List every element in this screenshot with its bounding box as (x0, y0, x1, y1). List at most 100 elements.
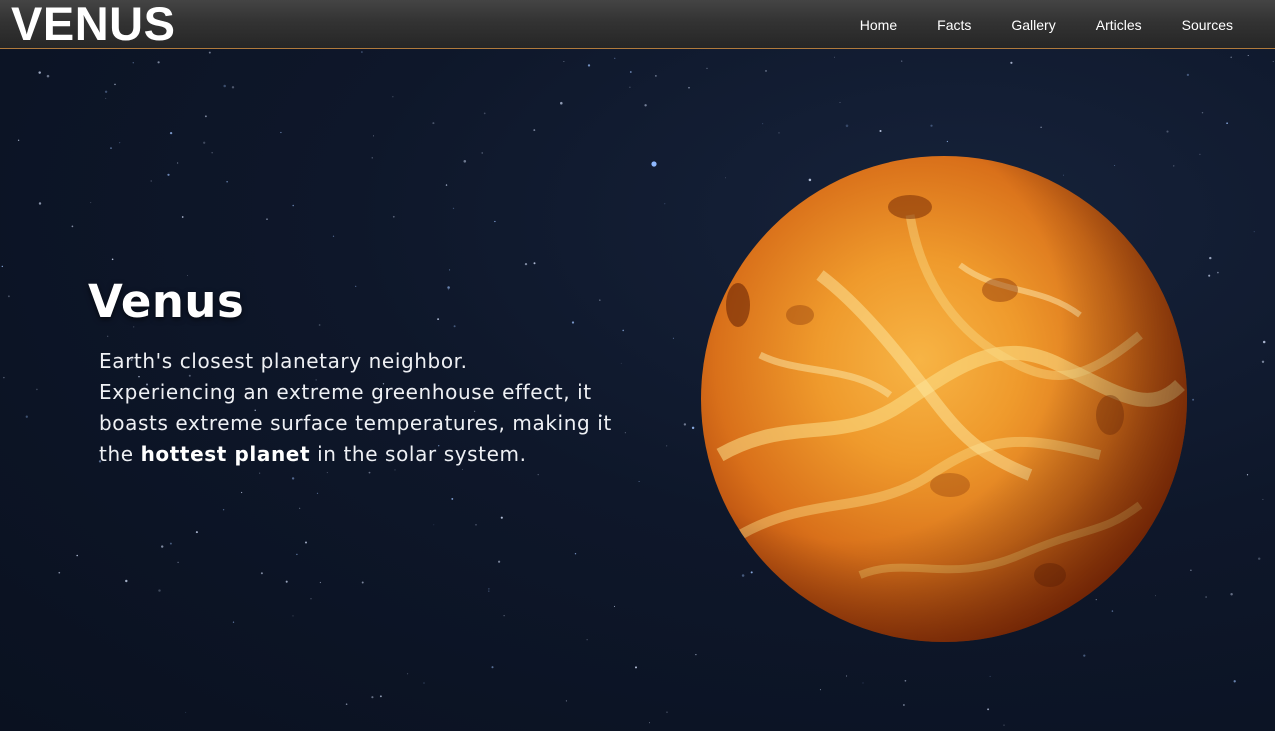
star (599, 299, 601, 301)
star (1253, 231, 1255, 233)
star (158, 589, 161, 592)
star (114, 83, 116, 86)
star (105, 97, 107, 99)
star (437, 318, 440, 321)
star (310, 598, 312, 600)
hero-title: Venus (88, 275, 245, 328)
star (17, 139, 20, 141)
star (1186, 73, 1190, 77)
nav-sources-link[interactable]: Sources (1182, 17, 1233, 33)
star (902, 704, 905, 706)
star (494, 220, 496, 223)
site-logo[interactable]: VENUS (11, 0, 175, 51)
star (157, 61, 160, 64)
star (613, 605, 616, 607)
star (132, 62, 134, 64)
star (649, 722, 650, 724)
star (181, 216, 184, 218)
star (433, 524, 435, 526)
star (622, 329, 625, 332)
star (1166, 130, 1169, 133)
star (318, 324, 321, 326)
star (451, 497, 454, 500)
star (488, 590, 490, 592)
hero-description: Earth's closest planetary neighbor. Expe… (99, 346, 699, 470)
star (537, 473, 539, 476)
star (150, 180, 152, 182)
star (664, 203, 666, 205)
star (1201, 111, 1204, 114)
star (1257, 557, 1261, 560)
star (1230, 593, 1233, 596)
star (574, 553, 577, 555)
star (71, 225, 74, 228)
star (1217, 271, 1219, 274)
star (524, 262, 528, 266)
star (452, 207, 455, 210)
navbar: VENUS Home Facts Gallery Articles Source… (0, 0, 1275, 51)
star (392, 96, 394, 98)
star (989, 675, 991, 677)
star (560, 101, 563, 105)
star (260, 572, 263, 575)
star (285, 580, 288, 583)
star (503, 615, 505, 617)
star (1, 265, 3, 268)
star (355, 285, 357, 287)
star (423, 682, 425, 684)
star (629, 86, 631, 88)
star (1003, 724, 1005, 726)
star (110, 147, 112, 149)
star (1205, 596, 1207, 598)
star (901, 60, 903, 62)
star (1040, 126, 1042, 128)
star (185, 711, 187, 713)
star (1192, 398, 1195, 401)
star (240, 491, 243, 494)
nav-home-link[interactable]: Home (860, 17, 897, 33)
star (447, 286, 450, 289)
nav-facts-link[interactable]: Facts (937, 17, 971, 33)
star (316, 492, 319, 494)
star (107, 335, 109, 337)
star (449, 269, 451, 271)
star (475, 524, 477, 526)
star (1226, 122, 1228, 125)
star (1010, 61, 1013, 64)
hero-line-4: the hottest planet in the solar system. (99, 439, 699, 470)
venus-planet-graphic (701, 156, 1187, 642)
star (177, 162, 179, 164)
star (169, 131, 173, 135)
page: VENUS Home Facts Gallery Articles Source… (0, 0, 1275, 731)
star (1246, 474, 1249, 476)
hero-line-1: Earth's closest planetary neighbor. (99, 349, 468, 373)
star (379, 695, 382, 698)
star (634, 666, 638, 669)
star (1083, 654, 1086, 657)
star (259, 472, 261, 474)
star (58, 571, 61, 574)
star (1208, 274, 1211, 277)
star (345, 703, 348, 705)
star (481, 152, 483, 154)
star (862, 682, 864, 684)
star (1261, 360, 1265, 363)
star (161, 545, 164, 548)
star (25, 415, 28, 418)
star (38, 71, 41, 74)
star (879, 129, 882, 133)
star (169, 542, 172, 545)
star (463, 160, 467, 163)
nav-articles-link[interactable]: Articles (1096, 17, 1142, 33)
star (1230, 56, 1232, 59)
star (946, 140, 949, 143)
nav-gallery-link[interactable]: Gallery (1011, 17, 1055, 33)
star (407, 673, 409, 675)
star (491, 666, 494, 669)
hero-line-4-start: the (99, 442, 141, 466)
star (299, 507, 301, 509)
star (371, 696, 374, 699)
star (203, 141, 206, 144)
star (706, 67, 708, 70)
star (38, 202, 42, 205)
